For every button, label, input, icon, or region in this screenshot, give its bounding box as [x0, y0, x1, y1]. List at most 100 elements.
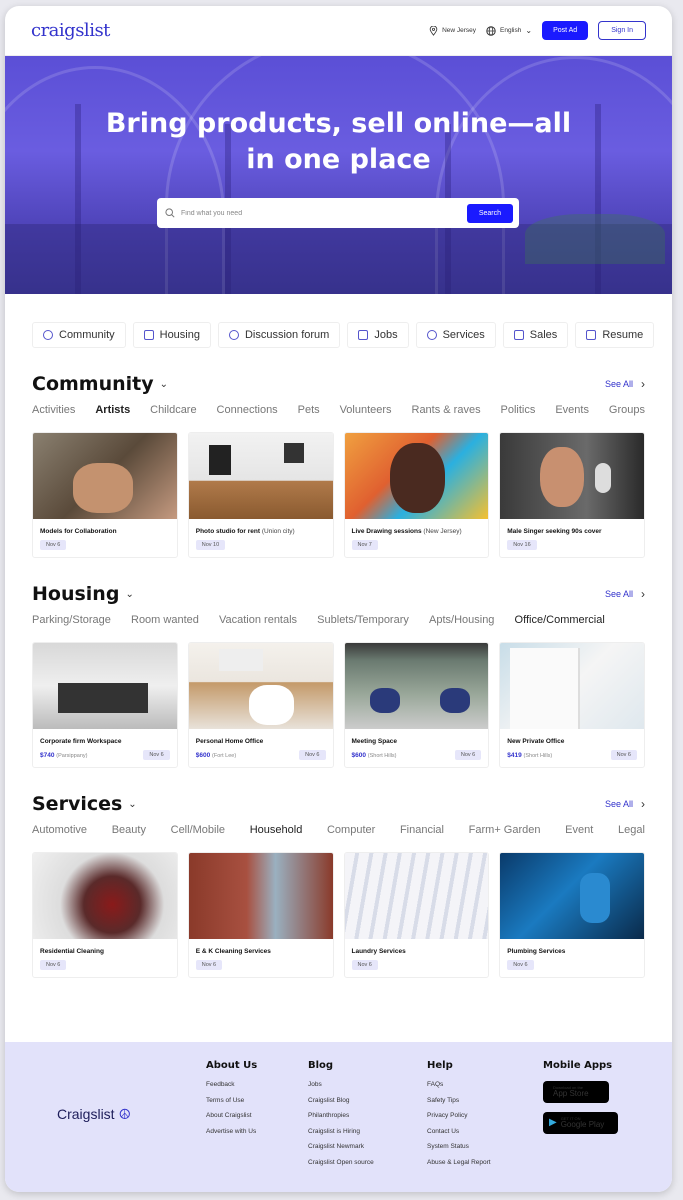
listing-card[interactable]: Live Drawing sessions (New Jersey) Nov 7: [343, 432, 490, 558]
listing-card[interactable]: Meeting Space $600 (Short Hills) Nov 6: [343, 642, 490, 768]
subcat-tab[interactable]: Sublets/Temporary: [317, 614, 409, 626]
subcat-tab[interactable]: Room wanted: [131, 614, 199, 626]
subcat-tab[interactable]: Legal: [618, 824, 645, 836]
subcat-tab[interactable]: Cell/Mobile: [171, 824, 225, 836]
category-sales[interactable]: Sales: [502, 322, 569, 348]
see-all-link[interactable]: See All ›: [605, 587, 645, 601]
chevron-down-icon[interactable]: ⌄: [125, 589, 133, 600]
app-store-button[interactable]: Download on the App Store: [543, 1081, 609, 1103]
subcat-tab[interactable]: Politics: [501, 404, 536, 416]
date-badge: Nov 6: [195, 960, 223, 970]
listing-card[interactable]: E & K Cleaning Services Nov 6: [187, 852, 334, 978]
listing-image: [500, 853, 644, 939]
location-selector[interactable]: New Jersey: [429, 25, 476, 36]
footer-link[interactable]: Feedback: [206, 1081, 308, 1088]
chat-icon: [228, 330, 239, 340]
listing-card[interactable]: Corporate firm Workspace $740 (Parsippan…: [32, 642, 178, 768]
subcat-tab[interactable]: Childcare: [150, 404, 196, 416]
services-section: Services ⌄ See All › Automotive Beauty Ce…: [5, 792, 672, 978]
listing-title: Live Drawing sessions (New Jersey): [351, 528, 462, 535]
footer-link[interactable]: Terms of Use: [206, 1097, 308, 1104]
subcat-tab[interactable]: Automotive: [32, 824, 87, 836]
subcat-tab[interactable]: Connections: [217, 404, 278, 416]
footer-logo[interactable]: Craigslist ☮: [57, 1106, 206, 1192]
top-header: craigslist New Jersey English ⌄ Post Ad …: [5, 6, 672, 56]
logo[interactable]: craigslist: [31, 20, 110, 41]
sign-in-button[interactable]: Sign In: [598, 21, 646, 40]
listing-image: [344, 853, 489, 939]
listing-card[interactable]: Models for Collaboration Nov 6: [32, 432, 178, 558]
subcat-tab[interactable]: Activities: [32, 404, 75, 416]
category-housing[interactable]: Housing: [132, 322, 211, 348]
listing-card[interactable]: Laundry Services Nov 6: [343, 852, 490, 978]
hero-banner: Bring products, sell online—all in one p…: [5, 56, 672, 294]
footer-link[interactable]: Jobs: [308, 1081, 427, 1088]
footer-link[interactable]: Craigslist Newmark: [308, 1143, 427, 1150]
chevron-right-icon: ›: [641, 797, 645, 811]
listing-card[interactable]: Photo studio for rent (Union city) Nov 1…: [187, 432, 334, 558]
section-title: Community: [32, 373, 154, 395]
listing-card[interactable]: Plumbing Services Nov 6: [499, 852, 645, 978]
footer-heading: Help: [427, 1060, 453, 1071]
subcat-tab[interactable]: Financial: [400, 824, 444, 836]
footer-link[interactable]: Abuse & Legal Report: [427, 1159, 543, 1166]
subcat-tab[interactable]: Vacation rentals: [219, 614, 297, 626]
listing-title: Corporate firm Workspace: [40, 738, 122, 745]
see-all-link[interactable]: See All ›: [605, 797, 645, 811]
footer-link[interactable]: Philanthropies: [308, 1112, 427, 1119]
post-ad-button[interactable]: Post Ad: [542, 21, 589, 40]
section-title: Services: [32, 793, 123, 815]
footer-link[interactable]: Craigslist Open source: [308, 1159, 427, 1166]
subcat-tab-active[interactable]: Artists: [95, 404, 130, 416]
location-pin-icon: [429, 25, 438, 36]
date-badge: Nov 6: [351, 960, 378, 970]
footer-link[interactable]: Craigslist Blog: [308, 1097, 427, 1104]
house-icon: [143, 330, 154, 340]
listing-image: [33, 853, 177, 939]
category-jobs[interactable]: Jobs: [347, 322, 409, 348]
footer-link[interactable]: Contact Us: [427, 1128, 543, 1135]
chevron-down-icon[interactable]: ⌄: [128, 799, 136, 810]
peace-icon: ☮: [118, 1106, 132, 1122]
footer-link[interactable]: About Craigslist: [206, 1112, 308, 1119]
subcat-tab-active[interactable]: Household: [250, 824, 303, 836]
footer-link[interactable]: Privacy Policy: [427, 1112, 543, 1119]
chevron-down-icon[interactable]: ⌄: [160, 379, 168, 390]
language-selector[interactable]: English ⌄: [486, 25, 532, 36]
search-button[interactable]: Search: [466, 203, 513, 223]
subcat-tab[interactable]: Parking/Storage: [32, 614, 111, 626]
footer-link[interactable]: Safety Tips: [427, 1097, 543, 1104]
listing-card[interactable]: Residential Cleaning Nov 6: [32, 852, 178, 978]
subcat-tab[interactable]: Rants & raves: [412, 404, 481, 416]
listing-card[interactable]: New Private Office $419 (Short Hills) Nov…: [499, 642, 645, 768]
subcat-tab[interactable]: Apts/Housing: [429, 614, 494, 626]
subcat-tab-active[interactable]: Office/Commercial: [515, 614, 605, 626]
chevron-right-icon: ›: [641, 587, 645, 601]
subcat-tab[interactable]: Event: [565, 824, 593, 836]
truck-icon: [513, 330, 524, 340]
listing-card[interactable]: Personal Home Office $600 (Fort Lee) Nov …: [187, 642, 334, 768]
search-bar: Search: [157, 198, 519, 228]
chevron-right-icon: ›: [641, 377, 645, 391]
google-play-button[interactable]: ▶ GET IT ON Google Play: [543, 1111, 618, 1134]
date-badge: Nov 6: [299, 750, 326, 760]
footer-link[interactable]: Craigslist is Hiring: [308, 1128, 427, 1135]
footer-link[interactable]: FAQs: [427, 1081, 543, 1088]
search-input[interactable]: [181, 209, 467, 217]
subcat-tab[interactable]: Groups: [609, 404, 645, 416]
see-all-link[interactable]: See All ›: [605, 377, 645, 391]
subcat-tab[interactable]: Farm+ Garden: [469, 824, 541, 836]
listing-card[interactable]: Male Singer seeking 90s cover Nov 16: [499, 432, 645, 558]
category-resume[interactable]: Resume: [575, 322, 655, 348]
subcat-tab[interactable]: Events: [555, 404, 589, 416]
subcat-tab[interactable]: Pets: [298, 404, 320, 416]
subcat-tab[interactable]: Volunteers: [340, 404, 392, 416]
subcat-tab[interactable]: Computer: [327, 824, 375, 836]
footer-link[interactable]: Advertise with Us: [206, 1128, 308, 1135]
category-services[interactable]: Services: [415, 322, 496, 348]
category-discussion-forum[interactable]: Discussion forum: [217, 322, 341, 348]
footer-link[interactable]: System Status: [427, 1143, 543, 1150]
category-community[interactable]: Community: [32, 322, 126, 348]
subcat-tab[interactable]: Beauty: [112, 824, 146, 836]
date-badge: Nov 6: [454, 750, 482, 760]
